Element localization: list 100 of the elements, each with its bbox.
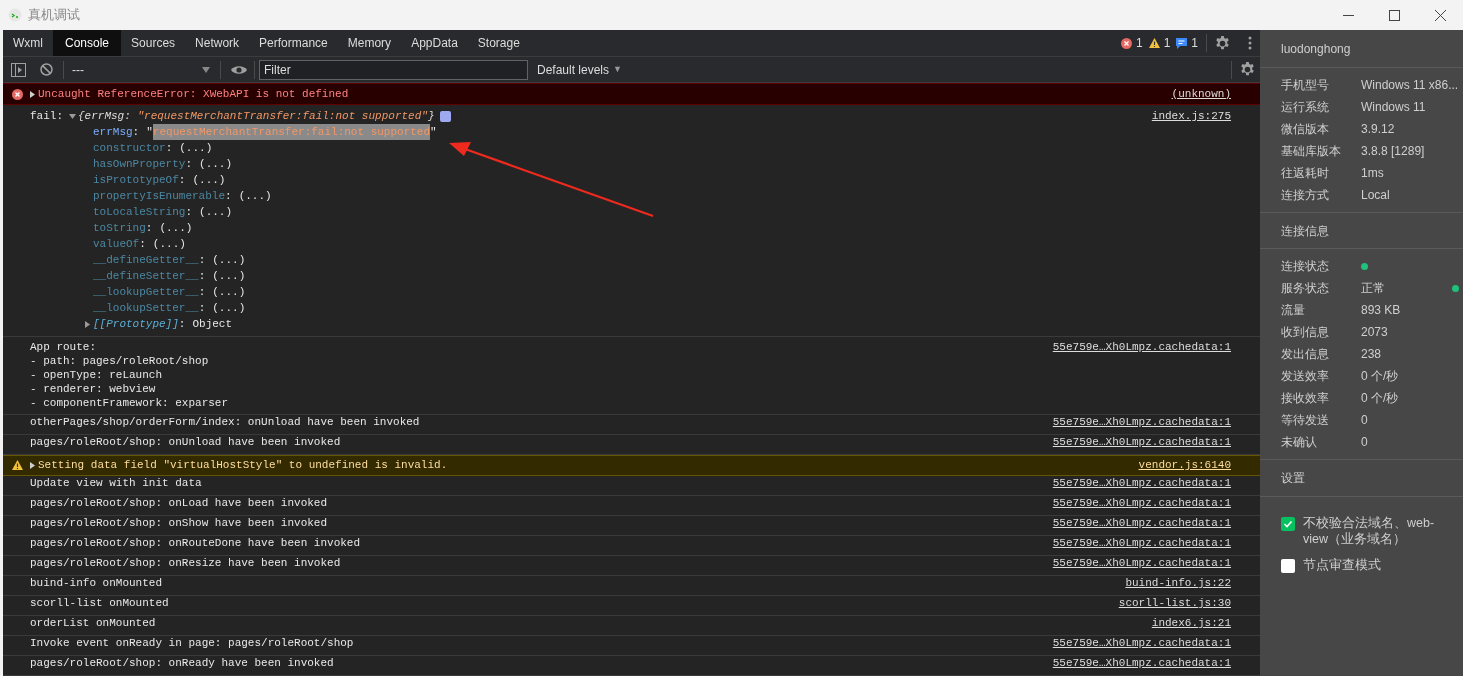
source-link[interactable]: 55e759e…Xh0Lmpz.cachedata:1 [1052, 516, 1231, 530]
property-value: (...) [152, 236, 186, 252]
source-link[interactable]: 55e759e…Xh0Lmpz.cachedata:1 [1052, 536, 1231, 550]
info-label: 连接方式 [1281, 187, 1330, 204]
source-link[interactable]: 55e759e…Xh0Lmpz.cachedata:1 [1052, 636, 1231, 650]
checkbox-label: 节点审查模式 [1303, 557, 1382, 573]
info-value: 0 [1361, 412, 1368, 429]
more-icon[interactable] [1248, 36, 1252, 50]
checkbox[interactable] [1281, 517, 1295, 531]
tab[interactable]: AppData [401, 30, 468, 56]
tab[interactable]: Memory [337, 30, 402, 56]
log-text: pages/roleRoot/shop: onRouteDone have been invoked [30, 536, 361, 550]
source-link[interactable]: 55e759e…Xh0Lmpz.cachedata:1 [1052, 656, 1231, 670]
property-value: (...) [212, 252, 246, 268]
source-link[interactable]: vendor.js:6140 [1138, 457, 1231, 474]
source-link[interactable]: 55e759e…Xh0Lmpz.cachedata:1 [1052, 340, 1231, 354]
clear-icon[interactable] [40, 63, 53, 76]
info-value: 2073 [1361, 324, 1388, 341]
property-value: (...) [192, 172, 226, 188]
property-colon: : [198, 252, 206, 268]
source-link[interactable]: scorll-list.js:30 [1118, 596, 1231, 610]
dropdown-caret-icon [202, 66, 210, 73]
console-settings-icon[interactable] [1240, 62, 1255, 77]
checkbox-label: 不校验合法域名、web-view（业务域名） [1303, 515, 1436, 547]
log-text: App route: [30, 340, 97, 354]
log-text: pages/roleRoot/shop: onResize have been invoked [30, 556, 341, 570]
property-key: toString [93, 219, 146, 237]
log-text: - openType: reLaunch [30, 368, 164, 382]
source-link[interactable]: index.js:275 [1151, 107, 1231, 125]
expand-triangle-icon[interactable] [29, 90, 36, 98]
minimize-icon [1342, 14, 1354, 16]
log-text: - componentFramework: exparser [30, 396, 229, 410]
tab[interactable]: Network [185, 30, 250, 56]
issue-count[interactable]: 1 [1191, 34, 1198, 52]
log-text: Update view with init data [30, 476, 202, 490]
expand-triangle-icon[interactable] [84, 320, 91, 328]
info-icon[interactable] [439, 110, 451, 122]
info-value: Windows 11 [1361, 99, 1426, 116]
info-label: 发送效率 [1281, 368, 1330, 385]
section-title: 设置 [1281, 470, 1305, 487]
info-label: 发出信息 [1281, 346, 1330, 363]
source-link[interactable]: 55e759e…Xh0Lmpz.cachedata:1 [1052, 556, 1231, 570]
tab[interactable]: Performance [249, 30, 338, 56]
property-key: isPrototypeOf [93, 171, 179, 189]
warning-text: Setting data field "virtualHostStyle" to undefined is invalid. [38, 458, 448, 474]
info-label: 基础库版本 [1281, 143, 1342, 160]
property-key: constructor [93, 139, 166, 157]
log-text: - path: pages/roleRoot/shop [30, 354, 210, 368]
property-colon: : [132, 124, 140, 140]
context-select[interactable]: --- [72, 60, 210, 79]
filter-field[interactable]: Filter [259, 59, 528, 80]
property-key: __defineGetter__ [93, 251, 199, 269]
issue-count[interactable]: 1 [1135, 34, 1143, 52]
property-value: (...) [159, 220, 193, 236]
property-key: hasOwnProperty [93, 155, 186, 173]
property-key: __defineSetter__ [93, 267, 199, 285]
source-link[interactable]: (unknown) [1171, 85, 1231, 103]
info-value: 0 个/秒 [1361, 390, 1399, 407]
tab[interactable]: Console [53, 30, 122, 56]
property-key: [[Prototype]] [93, 315, 179, 333]
info-label: 未确认 [1281, 434, 1318, 451]
context-value: --- [72, 61, 84, 79]
source-link[interactable]: 55e759e…Xh0Lmpz.cachedata:1 [1052, 476, 1231, 490]
info-label: 往返耗时 [1281, 165, 1330, 182]
message-icon [1176, 37, 1188, 49]
tab[interactable]: Wxml [3, 30, 53, 56]
source-link[interactable]: 55e759e…Xh0Lmpz.cachedata:1 [1052, 415, 1231, 429]
eye-icon[interactable] [231, 64, 247, 75]
log-text: otherPages/shop/orderForm/index: onUnload have been invoked [30, 415, 420, 429]
log-text: - renderer: webview [30, 382, 157, 396]
log-text: buind-info onMounted [30, 576, 163, 590]
property-value: (...) [212, 268, 246, 284]
info-label: 手机型号 [1281, 77, 1330, 94]
log-text: scorll-list onMounted [30, 596, 169, 610]
checkbox[interactable] [1281, 559, 1295, 573]
tab[interactable]: Sources [121, 30, 186, 56]
property-colon: : [178, 172, 186, 188]
property-key: __lookupGetter__ [93, 283, 199, 301]
sidebar-toggle-icon[interactable] [11, 62, 26, 77]
property-value: Object [192, 316, 233, 332]
source-link[interactable]: buind-info.js:22 [1125, 576, 1231, 590]
info-value: 0 个/秒 [1361, 368, 1399, 385]
expand-triangle-icon[interactable] [29, 462, 36, 469]
error-text: Uncaught ReferenceError: XWebAPI is not defined [38, 86, 349, 102]
tab[interactable]: Storage [467, 30, 530, 56]
property-colon: : [198, 284, 206, 300]
property-key: propertyIsEnumerable [93, 187, 226, 205]
property-key: valueOf [93, 235, 140, 253]
collapse-triangle-icon[interactable] [69, 112, 76, 120]
source-link[interactable]: 55e759e…Xh0Lmpz.cachedata:1 [1052, 496, 1231, 510]
info-label: 连接状态 [1281, 258, 1330, 275]
property-colon: : [185, 156, 193, 172]
log-text: Invoke event onReady in page: pages/roleRoot/shop [30, 636, 354, 650]
issue-count[interactable]: 1 [1163, 34, 1171, 52]
source-link[interactable]: 55e759e…Xh0Lmpz.cachedata:1 [1052, 435, 1231, 449]
log-text: orderList onMounted [30, 616, 156, 630]
source-link[interactable]: index6.js:21 [1151, 616, 1231, 630]
warning-icon [1148, 37, 1160, 49]
settings-icon[interactable] [1215, 35, 1230, 51]
levels-dropdown[interactable]: Default levels ▼ [537, 60, 622, 79]
